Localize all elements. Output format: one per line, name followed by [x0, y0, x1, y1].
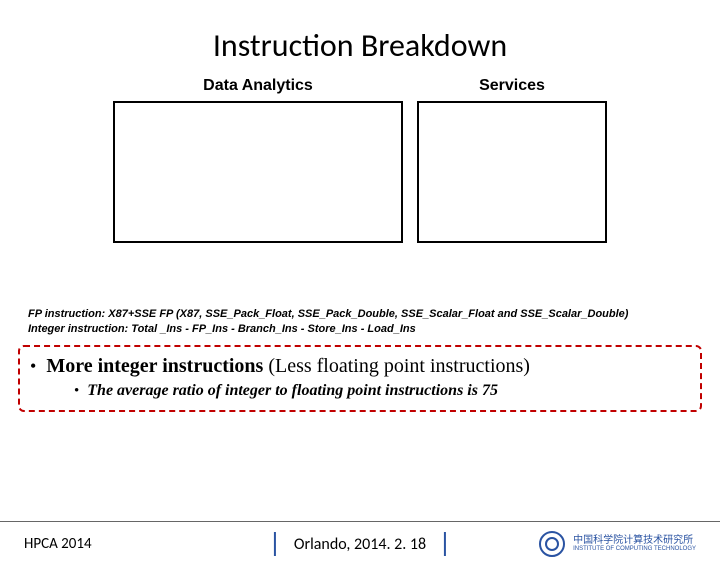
org-name-cn: 中国科学院计算技术研究所 [573, 535, 696, 546]
footer-org: 中国科学院计算技术研究所 INSTITUTE OF COMPUTING TECH… [539, 531, 696, 557]
bullet-sub: • The average ratio of integer to floati… [74, 382, 690, 400]
org-text: 中国科学院计算技术研究所 INSTITUTE OF COMPUTING TECH… [573, 535, 696, 553]
bullet-main-text: More integer instructions (Less floating… [46, 355, 530, 378]
slide-title: Instruction Breakdown [0, 26, 720, 65]
bullet-sub-text: The average ratio of integer to floating… [87, 382, 498, 400]
footer-center-group: Orlando, 2014. 2. 18 [274, 532, 446, 556]
note-fp-instruction: FP instruction: X87+SSE FP (X87, SSE_Pac… [28, 307, 692, 322]
definition-notes: FP instruction: X87+SSE FP (X87, SSE_Pac… [28, 307, 692, 337]
chart-right-box [417, 101, 607, 243]
bullet-main: • More integer instructions (Less floati… [30, 355, 690, 378]
charts-row: Data Analytics Services [0, 77, 720, 243]
chart-right-label: Services [479, 77, 545, 95]
org-logo-icon [539, 531, 565, 557]
chart-left-column: Data Analytics [113, 77, 403, 243]
vertical-divider-icon [274, 532, 276, 556]
chart-right-column: Services [417, 77, 607, 243]
footer-location-date: Orlando, 2014. 2. 18 [294, 535, 426, 554]
bullet-sub-dot-icon: • [74, 383, 79, 400]
note-integer-instruction: Integer instruction: Total _Ins - FP_Ins… [28, 322, 692, 337]
org-name-en: INSTITUTE OF COMPUTING TECHNOLOGY [573, 546, 696, 553]
bullet-main-bold: More integer instructions [46, 355, 263, 377]
chart-left-label: Data Analytics [203, 77, 313, 95]
chart-left-box [113, 101, 403, 243]
vertical-divider-icon [444, 532, 446, 556]
bullet-dot-icon: • [30, 357, 36, 375]
highlight-box: • More integer instructions (Less floati… [18, 345, 702, 412]
footer-conference: HPCA 2014 [24, 535, 92, 553]
footer: HPCA 2014 Orlando, 2014. 2. 18 中国科学院计算技术… [0, 522, 720, 566]
bullet-main-rest: (Less floating point instructions) [263, 355, 530, 377]
